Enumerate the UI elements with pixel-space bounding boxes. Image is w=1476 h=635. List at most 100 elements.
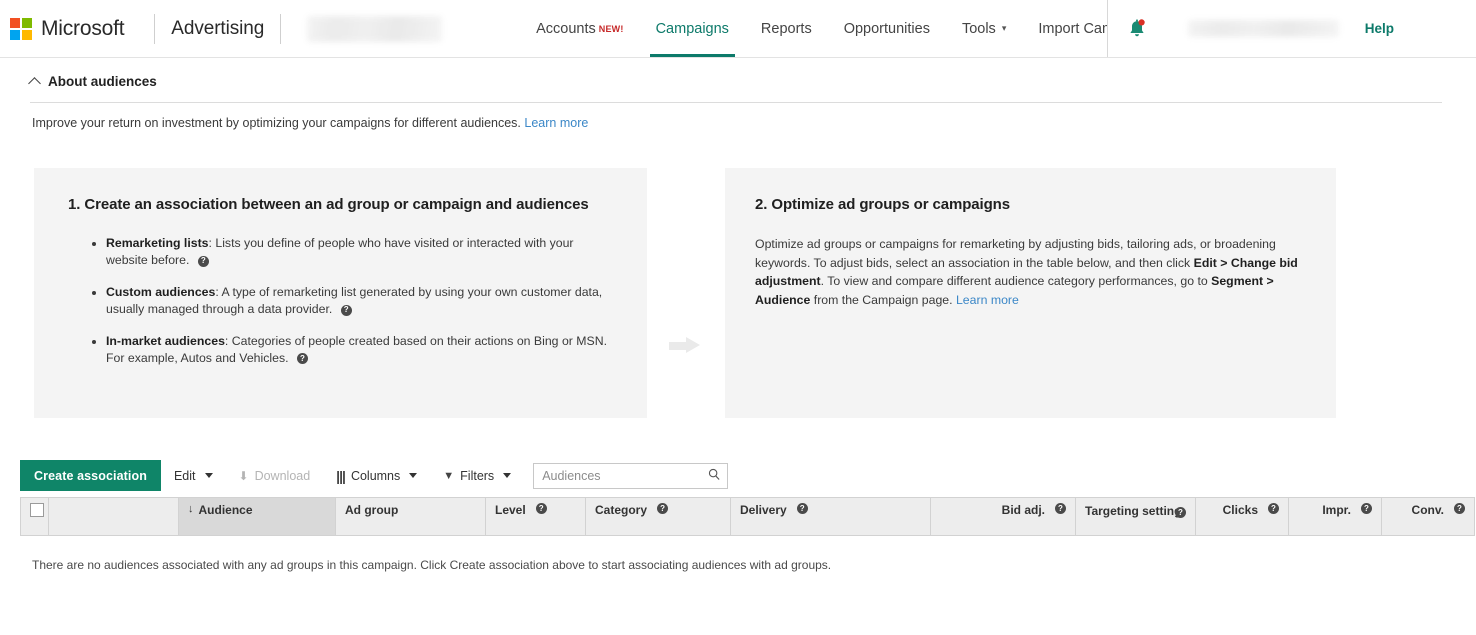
column-label-targeting-setting: Targeting setting [1085, 504, 1182, 518]
select-all-cell[interactable] [20, 497, 49, 536]
nav-label-accounts: Accounts [536, 20, 596, 37]
column-conversions[interactable]: Conv. ? [1381, 497, 1475, 536]
download-icon: ⬇ [238, 468, 249, 483]
nav-label-campaigns: Campaigns [655, 20, 729, 37]
chevron-down-icon [503, 473, 512, 478]
panel-2-text-2: . To view and compare different audience… [820, 274, 1212, 289]
chevron-down-icon: ▾ [1001, 23, 1007, 33]
column-label-clicks: Clicks [1222, 503, 1258, 517]
panel-1-bullet-list: Remarketing lists: Lists you define of p… [52, 235, 617, 368]
help-link[interactable]: Help [1365, 21, 1394, 36]
list-item: Custom audiences: A type of remarketing … [106, 284, 617, 319]
sort-descending-arrow: ↓ [188, 503, 194, 515]
question-mark-icon[interactable]: ? [1454, 503, 1465, 514]
download-button: ⬇ Download [226, 460, 324, 491]
nav-item-opportunities[interactable]: Opportunities [828, 0, 946, 57]
about-audiences-intro: Improve your return on investment by opt… [30, 103, 1442, 130]
columns-button[interactable]: ||| Columns [323, 460, 430, 491]
microsoft-logo-icon [10, 17, 32, 40]
nav-label-reports: Reports [760, 20, 812, 37]
column-ad-group[interactable]: Ad group [335, 497, 486, 536]
bullet-term-custom-audiences: Custom audiences [106, 284, 216, 299]
filters-button[interactable]: ▼ Filters [430, 460, 524, 491]
panel-2-learn-more-link[interactable]: Learn more [956, 293, 1019, 307]
chevron-up-icon [28, 76, 41, 90]
column-label-conversions: Conv. [1411, 503, 1444, 517]
question-mark-icon[interactable]: ? [296, 353, 308, 365]
microsoft-logo[interactable]: Microsoft [10, 16, 125, 41]
question-mark-icon[interactable]: ? [657, 503, 669, 514]
question-mark-icon[interactable]: ? [340, 304, 352, 316]
question-mark-icon[interactable]: ? [796, 503, 808, 514]
list-item: In-market audiences: Categories of peopl… [106, 333, 617, 368]
bell-icon[interactable] [1126, 16, 1147, 42]
column-spacer [48, 497, 179, 536]
empty-state-message: There are no audiences associated with a… [32, 558, 832, 572]
nav-item-reports[interactable]: Reports [745, 0, 828, 57]
list-item: Remarketing lists: Lists you define of p… [106, 235, 617, 270]
column-label-category: Category [595, 503, 648, 517]
brand-divider [154, 13, 156, 44]
about-audiences-title: About audiences [48, 74, 157, 89]
panel-connector [647, 168, 725, 418]
filters-label: Filters [460, 468, 495, 483]
panel-2-text-3: from the Campaign page. [810, 293, 956, 308]
panel-2-body: Optimize ad groups or campaigns for rema… [755, 235, 1306, 310]
column-label-ad-group: Ad group [345, 503, 399, 517]
create-association-button[interactable]: Create association [20, 460, 161, 491]
nav-item-tools[interactable]: Tools ▾ [946, 0, 1022, 57]
question-mark-icon[interactable]: ? [1361, 503, 1372, 514]
nav-item-accounts[interactable]: Accounts NEW! [520, 0, 639, 57]
question-mark-icon[interactable]: ? [1055, 503, 1066, 514]
nav-item-import-campaigns[interactable]: Import Cam [1022, 0, 1109, 57]
chevron-down-icon [409, 473, 418, 478]
product-name: Advertising [171, 17, 265, 39]
column-level[interactable]: Level ? [485, 497, 586, 536]
question-mark-icon[interactable]: ? [1175, 507, 1186, 518]
audiences-table: ↓ Audience Ad group Level ? Category ? D… [20, 497, 1475, 536]
about-audiences-section: About audiences Improve your return on i… [0, 58, 1476, 130]
about-learn-more-link[interactable]: Learn more [524, 116, 588, 130]
chevron-down-icon [204, 473, 213, 478]
column-clicks[interactable]: Clicks ? [1195, 497, 1289, 536]
about-audiences-toggle[interactable]: About audiences [28, 74, 1442, 102]
nav-label-tools: Tools [961, 20, 996, 37]
question-mark-icon[interactable]: ? [1268, 503, 1279, 514]
edit-label: Edit [173, 468, 196, 483]
question-mark-icon[interactable]: ? [535, 503, 547, 514]
column-label-level: Level [495, 503, 526, 517]
table-header-row: ↓ Audience Ad group Level ? Category ? D… [20, 497, 1475, 536]
top-navigation-bar: Microsoft Advertising Accounts NEW! Campa… [0, 0, 1476, 58]
nav-label-import-campaigns: Import Cam [1038, 20, 1109, 37]
bullet-term-in-market-audiences: In-market audiences [106, 333, 225, 348]
nav-item-campaigns[interactable]: Campaigns [640, 0, 745, 57]
column-delivery[interactable]: Delivery ? [730, 497, 931, 536]
table-toolbar: Create association Edit ⬇ Download ||| C… [20, 460, 1476, 491]
bullet-term-remarketing-lists: Remarketing lists [106, 236, 209, 250]
column-label-audience: Audience [198, 503, 253, 517]
brand-name: Microsoft [41, 16, 125, 40]
column-bid-adj[interactable]: Bid adj. ? [930, 497, 1076, 536]
column-audience[interactable]: ↓ Audience [178, 497, 336, 536]
columns-icon: ||| [336, 467, 346, 484]
column-label-bid-adj: Bid adj. [1001, 503, 1045, 517]
new-badge: NEW! [598, 23, 624, 34]
account-divider [280, 13, 282, 44]
column-category[interactable]: Category ? [585, 497, 731, 536]
question-mark-icon[interactable]: ? [197, 255, 209, 267]
account-name-redacted[interactable] [307, 15, 443, 42]
filter-icon: ▼ [443, 469, 455, 482]
panel-optimize: 2. Optimize ad groups or campaigns Optim… [725, 168, 1336, 418]
panel-2-heading: 2. Optimize ad groups or campaigns [755, 196, 1010, 213]
column-label-impressions: Impr. [1322, 503, 1351, 517]
arrow-right-icon [669, 336, 703, 354]
info-panels: 1. Create an association between an ad g… [0, 130, 1476, 418]
about-intro-text: Improve your return on investment by opt… [32, 116, 521, 130]
search-input[interactable] [533, 462, 729, 489]
edit-menu-button[interactable]: Edit [161, 460, 226, 491]
select-all-checkbox[interactable] [30, 503, 44, 517]
column-targeting-setting[interactable]: Targeting setting ? [1075, 497, 1196, 536]
column-impressions[interactable]: Impr. ? [1288, 497, 1382, 536]
user-profile-redacted[interactable] [1187, 20, 1339, 37]
search-box [533, 462, 729, 489]
